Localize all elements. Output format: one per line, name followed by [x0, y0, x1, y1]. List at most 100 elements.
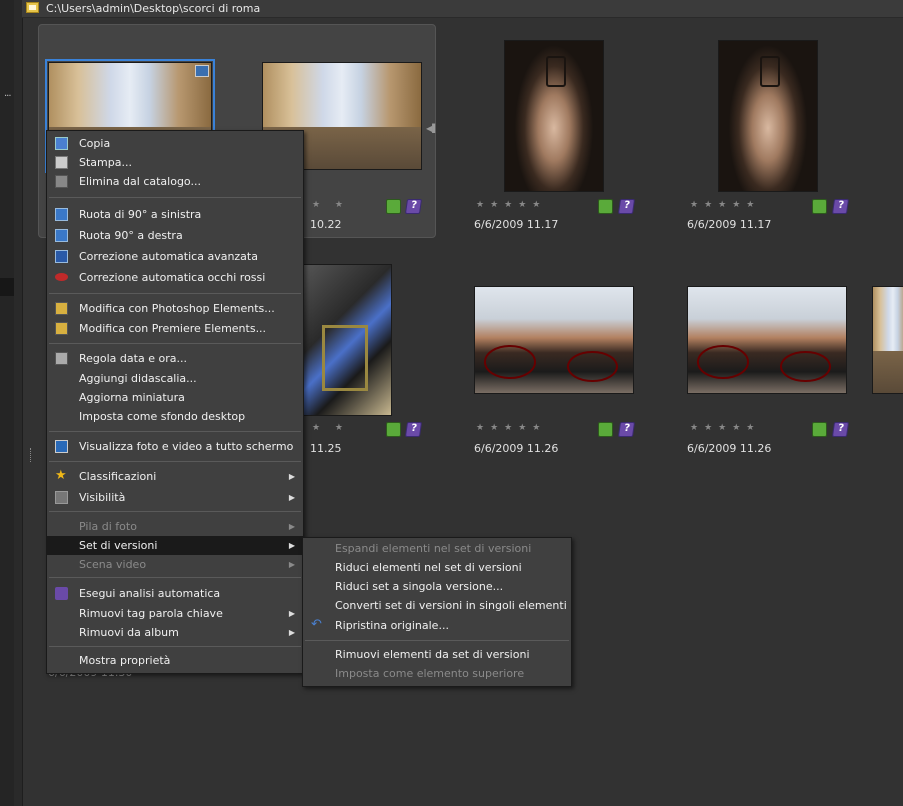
menu-item-copy[interactable]: Copia	[47, 134, 303, 153]
tag-badge-icon	[617, 199, 636, 214]
menu-item-auto-analyze[interactable]: Esegui analisi automatica	[47, 584, 303, 603]
menu-item-remove-keyword[interactable]: Rimuovi tag parola chiave ▶	[47, 604, 303, 623]
thumbnail[interactable]	[718, 40, 818, 192]
menu-item-rotate-right[interactable]: Ruota 90° a destra	[47, 226, 303, 245]
menu-separator	[305, 640, 569, 641]
copy-icon	[55, 137, 68, 150]
menu-item-visibility[interactable]: Visibilità ▶	[47, 488, 303, 507]
menu-item-set-wallpaper[interactable]: Imposta come sfondo desktop	[47, 407, 303, 426]
menu-item-auto-fix[interactable]: Correzione automatica avanzata	[47, 247, 303, 266]
tag-badge-icon	[404, 199, 423, 214]
submenu-arrow-icon: ▶	[288, 493, 295, 502]
rating-stars[interactable]: ★★★★★	[476, 200, 546, 210]
context-menu: Copia Stampa... Elimina dal catalogo... …	[46, 130, 304, 674]
left-panel-strip: ...	[0, 0, 14, 806]
menu-item-delete[interactable]: Elimina dal catalogo...	[47, 172, 303, 191]
version-set-icon	[195, 65, 209, 77]
category-badge-icon	[386, 199, 401, 214]
thumbnail[interactable]	[504, 40, 604, 192]
thumbnail[interactable]	[474, 286, 634, 394]
menu-item-edit-premiere[interactable]: Modifica con Premiere Elements...	[47, 319, 303, 338]
menu-separator	[49, 197, 301, 198]
red-eye-icon	[55, 273, 68, 281]
menu-separator	[49, 343, 301, 344]
collapse-arrow-icon[interactable]: ◀▌	[426, 124, 438, 133]
magic-wand-icon	[55, 250, 68, 263]
category-badge-icon	[812, 422, 827, 437]
menu-item-ratings[interactable]: ★ Classificazioni ▶	[47, 467, 303, 486]
more-icon[interactable]: ...	[4, 88, 11, 99]
item-date: 10.22	[310, 218, 342, 231]
submenu-item-flatten[interactable]: Riduci set a singola versione...	[303, 577, 571, 596]
star-icon: ★	[55, 468, 67, 483]
rating-stars[interactable]: ★★★★★	[476, 423, 546, 433]
folder-path: C:\Users\admin\Desktop\scorci di roma	[46, 2, 261, 15]
menu-item-photo-stack[interactable]: Pila di foto ▶	[47, 517, 303, 536]
submenu-item-revert[interactable]: ↶ Ripristina originale...	[303, 616, 571, 635]
rating-stars[interactable]: ★★★★★	[690, 200, 760, 210]
trash-icon	[55, 175, 68, 188]
submenu-item-set-top[interactable]: Imposta come elemento superiore	[303, 664, 571, 683]
version-set-submenu: Espandi elementi nel set di versioni Rid…	[302, 537, 572, 687]
menu-item-adjust-date[interactable]: Regola data e ora...	[47, 349, 303, 368]
item-date: 6/6/2009 11.26	[474, 442, 559, 455]
menu-item-edit-photoshop[interactable]: Modifica con Photoshop Elements...	[47, 299, 303, 318]
submenu-arrow-icon: ▶	[288, 472, 295, 481]
rotate-left-icon	[55, 208, 68, 221]
edit-video-icon	[55, 322, 68, 335]
rating-stars[interactable]: ★ ★	[312, 200, 349, 210]
menu-item-rotate-left[interactable]: Ruota di 90° a sinistra	[47, 205, 303, 224]
menu-separator	[49, 461, 301, 462]
submenu-item-convert[interactable]: Converti set di versioni in singoli elem…	[303, 596, 571, 615]
submenu-arrow-icon: ▶	[288, 541, 295, 550]
calendar-icon	[55, 352, 68, 365]
submenu-arrow-icon: ▶	[288, 560, 295, 569]
tag-badge-icon	[831, 422, 850, 437]
thumbnail[interactable]	[292, 264, 392, 416]
category-badge-icon	[598, 422, 613, 437]
submenu-item-expand[interactable]: Espandi elementi nel set di versioni	[303, 539, 571, 558]
item-date: 6/6/2009 11.26	[687, 442, 772, 455]
item-date: 6/6/2009 11.17	[474, 218, 559, 231]
tag-badge-icon	[617, 422, 636, 437]
menu-separator	[49, 511, 301, 512]
menu-item-add-caption[interactable]: Aggiungi didascalia...	[47, 369, 303, 388]
category-badge-icon	[812, 199, 827, 214]
submenu-item-remove[interactable]: Rimuovi elementi da set di versioni	[303, 645, 571, 664]
submenu-item-collapse[interactable]: Riduci elementi nel set di versioni	[303, 558, 571, 577]
menu-item-video-scene[interactable]: Scena video ▶	[47, 555, 303, 574]
undo-icon: ↶	[311, 617, 322, 632]
menu-item-update-thumbnail[interactable]: Aggiorna miniatura	[47, 388, 303, 407]
rating-stars[interactable]: ★ ★	[312, 423, 349, 433]
item-date: 6/6/2009 11.17	[687, 218, 772, 231]
item-date: 11.25	[310, 442, 342, 455]
category-badge-icon	[386, 422, 401, 437]
submenu-arrow-icon: ▶	[288, 628, 295, 637]
menu-item-print[interactable]: Stampa...	[47, 153, 303, 172]
menu-item-remove-album[interactable]: Rimuovi da album ▶	[47, 623, 303, 642]
tag-badge-icon	[831, 199, 850, 214]
rating-stars[interactable]: ★★★★★	[690, 423, 760, 433]
panel-handle[interactable]	[0, 278, 14, 296]
menu-separator	[49, 431, 301, 432]
thumbnail[interactable]	[872, 286, 903, 394]
edit-photo-icon	[55, 302, 68, 315]
tag-icon	[55, 587, 68, 600]
menu-separator	[49, 577, 301, 578]
menu-item-red-eye[interactable]: Correzione automatica occhi rossi	[47, 268, 303, 287]
submenu-arrow-icon: ▶	[288, 522, 295, 531]
fullscreen-icon	[55, 440, 68, 453]
folder-icon	[26, 2, 39, 13]
menu-item-version-set[interactable]: Set di versioni ▶	[47, 536, 303, 555]
tag-badge-icon	[404, 422, 423, 437]
visibility-icon	[55, 491, 68, 504]
thumbnail[interactable]	[687, 286, 847, 394]
menu-item-properties[interactable]: Mostra proprietà	[47, 651, 303, 670]
menu-separator	[49, 293, 301, 294]
rotate-right-icon	[55, 229, 68, 242]
print-icon	[55, 156, 68, 169]
menu-item-fullscreen[interactable]: Visualizza foto e video a tutto schermo	[47, 437, 303, 456]
submenu-arrow-icon: ▶	[288, 609, 295, 618]
path-bar: C:\Users\admin\Desktop\scorci di roma	[22, 0, 903, 18]
menu-separator	[49, 646, 301, 647]
